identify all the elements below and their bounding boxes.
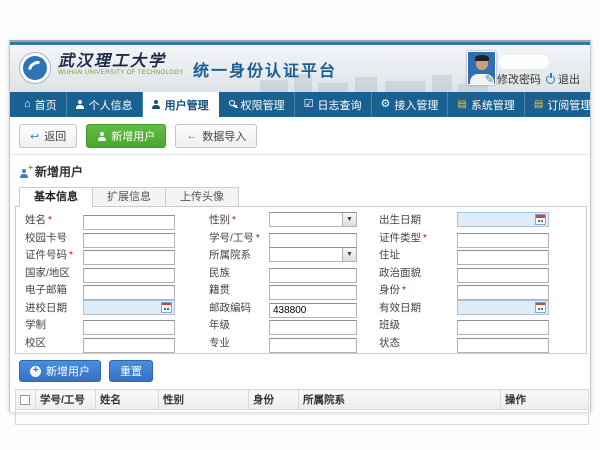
- political-status-input[interactable]: [457, 268, 549, 283]
- postal-code-input[interactable]: [269, 303, 357, 318]
- log-check-icon: [304, 99, 314, 110]
- import-arrow-icon: ←: [186, 130, 197, 142]
- user-list-table: 学号/工号 姓名 性别 身份 所属院系 操作: [15, 389, 589, 425]
- col-name: 姓名: [96, 390, 159, 410]
- nav-item-system-management[interactable]: 系统管理: [448, 92, 524, 117]
- enroll-date-input[interactable]: [83, 300, 175, 315]
- university-logo-icon: [19, 52, 51, 84]
- email-input[interactable]: [83, 285, 175, 300]
- calendar-icon: [535, 302, 546, 313]
- university-name-en: WUHAN UNIVERSITY OF TECHNOLOGY: [58, 70, 184, 76]
- plus-circle-icon: [30, 366, 41, 377]
- university-name: 武汉理工大学 WUHAN UNIVERSITY OF TECHNOLOGY: [58, 54, 184, 76]
- change-password-link[interactable]: ✎ 修改密码: [485, 71, 541, 87]
- calendar-icon: [535, 214, 546, 225]
- table-header-row: 学号/工号 姓名 性别 身份 所属院系 操作: [16, 390, 589, 410]
- basic-info-form: 姓名* 性别* ▼ 出生日期* 校园卡号* 学号/工号* 证件类型* 证件号码*…: [15, 206, 587, 354]
- nav-item-personal-info[interactable]: 个人信息: [67, 92, 143, 117]
- campus-input[interactable]: [83, 338, 175, 353]
- reset-button[interactable]: 重置: [109, 360, 153, 382]
- col-student-id: 学号/工号: [36, 390, 96, 410]
- form-tabs: 基本信息 扩展信息 上传头像: [19, 187, 590, 207]
- data-import-button[interactable]: ← 数据导入: [175, 124, 257, 148]
- chevron-down-icon: ▼: [342, 248, 356, 261]
- user-add-icon: [19, 167, 30, 177]
- nav-item-log-query[interactable]: 日志查询: [295, 92, 372, 117]
- col-actions: 操作: [501, 390, 589, 410]
- address-input[interactable]: [457, 250, 549, 265]
- country-input[interactable]: [83, 268, 175, 283]
- campus-card-input[interactable]: [83, 233, 175, 248]
- study-length-input[interactable]: [83, 320, 175, 335]
- back-button[interactable]: ↩ 返回: [19, 124, 77, 148]
- gender-select[interactable]: ▼: [269, 212, 357, 227]
- col-department: 所属院系: [299, 390, 501, 410]
- tab-upload-avatar[interactable]: 上传头像: [166, 187, 239, 207]
- app-window: 武汉理工大学 WUHAN UNIVERSITY OF TECHNOLOGY 统一…: [9, 40, 591, 412]
- power-icon: [546, 75, 555, 84]
- section-title: 新增用户: [19, 163, 590, 180]
- valid-date-input[interactable]: [457, 300, 549, 315]
- col-gender: 性别: [159, 390, 249, 410]
- university-name-cn: 武汉理工大学: [58, 54, 184, 70]
- name-input[interactable]: [83, 215, 175, 230]
- system-page-icon: [457, 100, 466, 110]
- empty-table-row: [16, 410, 589, 425]
- main-nav: 首页 个人信息 用户管理 权限管理 日志查询 接入管理 系统管理 订阅管理: [10, 92, 590, 117]
- col-identity: 身份: [249, 390, 299, 410]
- calendar-icon: [161, 302, 172, 313]
- home-icon: [24, 99, 31, 110]
- student-id-input[interactable]: [269, 233, 357, 248]
- nav-item-permission-management[interactable]: 权限管理: [219, 92, 295, 117]
- content-area: ↩ 返回 新增用户 ← 数据导入 新增用户 基本信息 扩展信息 上传头像 姓名*…: [10, 117, 590, 412]
- form-actions: 新增用户 重置: [19, 360, 590, 382]
- back-arrow-icon: ↩: [30, 130, 39, 143]
- toolbar: ↩ 返回 新增用户 ← 数据导入: [10, 117, 590, 155]
- users-icon: [152, 100, 161, 109]
- gear-icon: [381, 99, 391, 110]
- birth-date-input[interactable]: [457, 212, 549, 227]
- header-highlight-decoration: [499, 55, 549, 69]
- nav-item-home[interactable]: 首页: [15, 92, 67, 117]
- subscribe-page-icon: [534, 100, 543, 110]
- id-type-input[interactable]: [457, 233, 549, 248]
- nav-item-subscription-management[interactable]: 订阅管理: [525, 92, 600, 117]
- identity-input[interactable]: [457, 285, 549, 300]
- select-all-checkbox[interactable]: [20, 395, 30, 405]
- page-title: 统一身份认证平台: [193, 57, 337, 81]
- native-place-input[interactable]: [269, 285, 357, 300]
- nav-item-access-management[interactable]: 接入管理: [372, 92, 449, 117]
- key-icon: [228, 100, 237, 109]
- add-user-submit-button[interactable]: 新增用户: [19, 360, 101, 382]
- department-select[interactable]: ▼: [269, 247, 357, 262]
- major-input[interactable]: [269, 338, 357, 353]
- tab-basic-info[interactable]: 基本信息: [19, 187, 93, 207]
- nav-item-user-management[interactable]: 用户管理: [143, 92, 219, 117]
- add-user-toolbar-button[interactable]: 新增用户: [86, 124, 166, 148]
- grade-input[interactable]: [269, 320, 357, 335]
- user-add-icon: [97, 132, 106, 141]
- status-input[interactable]: [457, 338, 549, 353]
- tab-extended-info[interactable]: 扩展信息: [93, 187, 166, 207]
- class-input[interactable]: [457, 320, 549, 335]
- pencil-icon: ✎: [485, 73, 494, 86]
- header: 武汉理工大学 WUHAN UNIVERSITY OF TECHNOLOGY 统一…: [10, 45, 590, 92]
- logout-link[interactable]: 退出: [546, 71, 580, 87]
- id-number-input[interactable]: [83, 250, 175, 265]
- user-icon: [76, 100, 85, 109]
- chevron-down-icon: ▼: [342, 213, 356, 226]
- ethnicity-input[interactable]: [269, 268, 357, 283]
